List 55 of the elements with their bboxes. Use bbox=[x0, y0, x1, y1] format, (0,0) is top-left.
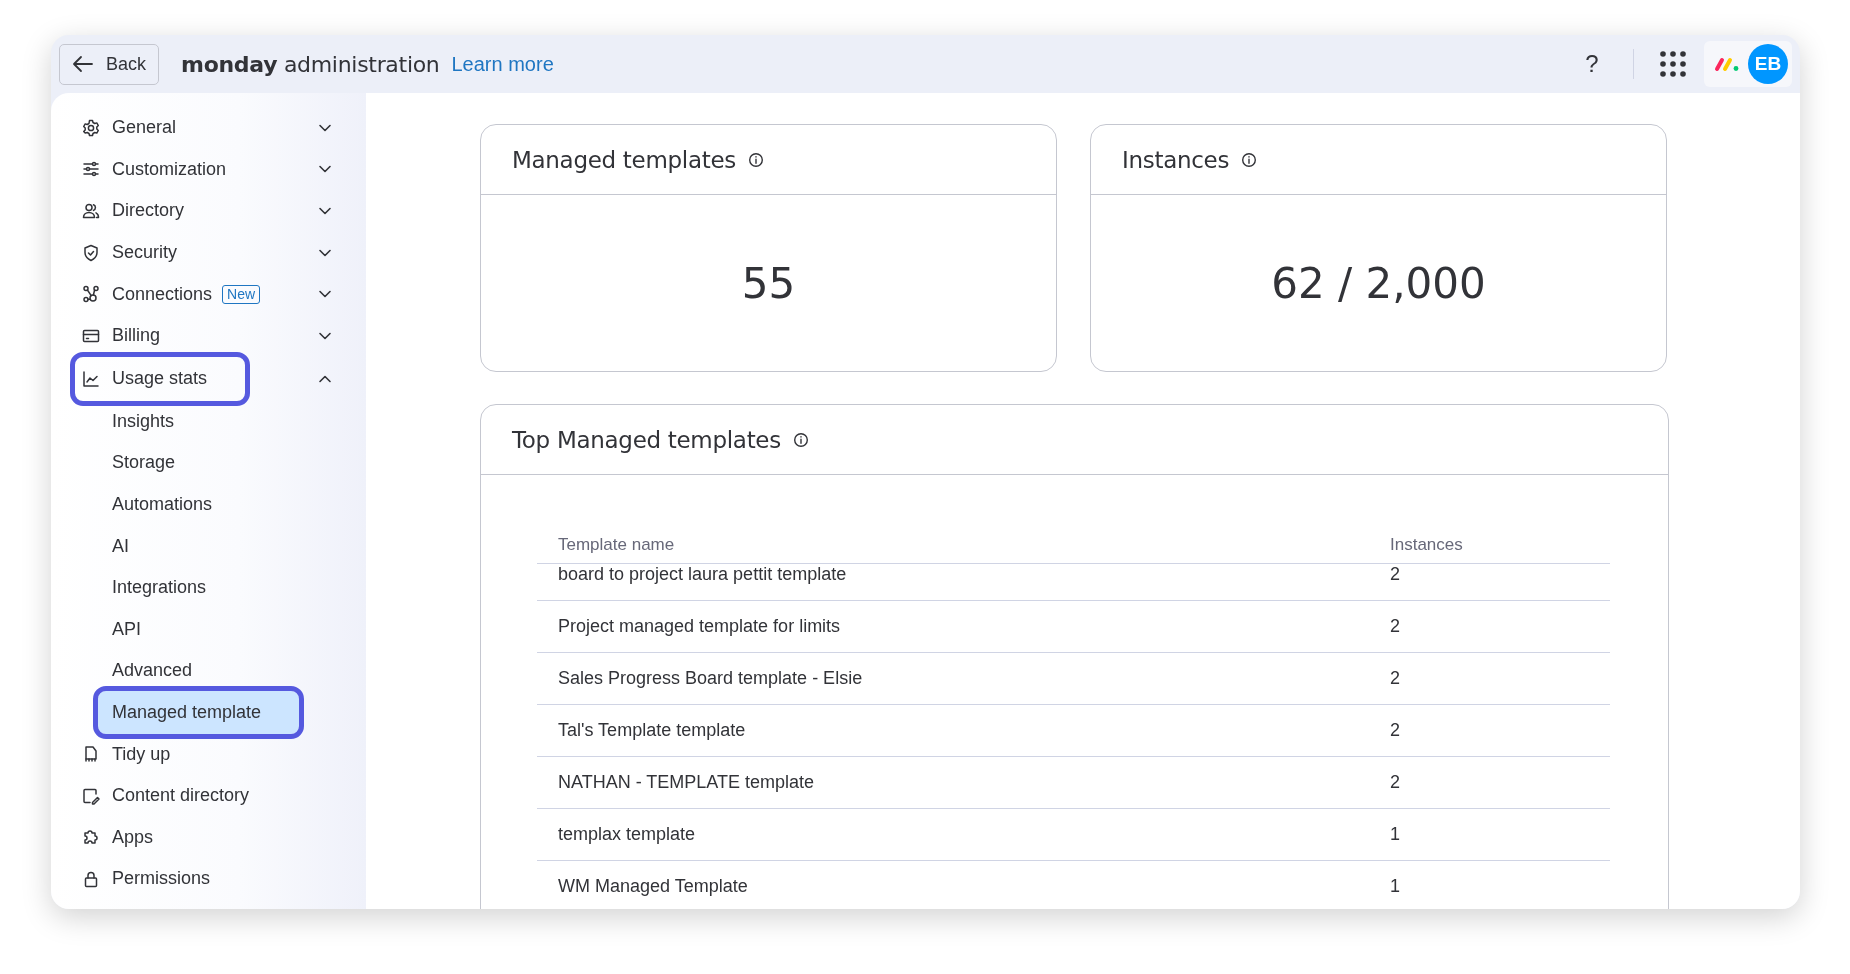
table-cell: NATHAN - TEMPLATE template bbox=[537, 756, 1369, 809]
shield-icon bbox=[81, 242, 101, 263]
info-icon[interactable] bbox=[1241, 151, 1258, 168]
table-cell: board to project laura pettit template bbox=[537, 563, 1369, 601]
info-icon[interactable] bbox=[792, 431, 809, 448]
table-cell: 2 bbox=[1369, 563, 1610, 601]
learn-more-link[interactable]: Learn more bbox=[451, 52, 554, 76]
sidebar-subitem[interactable]: Advanced bbox=[112, 660, 205, 682]
table-cell: Project managed template for limits bbox=[537, 600, 1369, 653]
stat-value: 55 bbox=[741, 258, 796, 308]
sidebar-item[interactable]: Connections New bbox=[81, 273, 333, 315]
info-icon[interactable] bbox=[748, 151, 764, 168]
back-button[interactable]: Back bbox=[59, 43, 160, 85]
stat-value: 62 / 2,000 bbox=[1271, 258, 1486, 308]
sidebar-subitem[interactable]: Insights bbox=[112, 410, 187, 432]
logo-icon bbox=[1714, 56, 1740, 72]
table-cell: 2 bbox=[1369, 756, 1610, 809]
people-icon bbox=[81, 201, 101, 221]
sidebar-subitem[interactable]: Integrations bbox=[112, 577, 219, 599]
table-cell: 1 bbox=[1369, 860, 1610, 909]
sidebar-item[interactable]: Usage stats bbox=[75, 356, 245, 401]
sidebar-item[interactable]: General bbox=[81, 107, 333, 149]
sidebar-item[interactable]: Tidy up bbox=[81, 733, 333, 775]
sidebar-subitem[interactable]: API bbox=[112, 618, 153, 640]
card-title: Instances bbox=[1122, 146, 1230, 173]
card-title: Top Managed templates bbox=[512, 426, 781, 453]
table-cell: templax template bbox=[537, 808, 1369, 861]
table-cell: 2 bbox=[1369, 652, 1610, 705]
sidebar-item[interactable]: Apps bbox=[81, 816, 333, 859]
card-title: Managed templates bbox=[512, 146, 736, 173]
sidebar-item[interactable]: Permissions bbox=[81, 858, 333, 900]
table-cell: 2 bbox=[1369, 704, 1610, 757]
column-header: Instances bbox=[1369, 515, 1610, 564]
sidebar-subitem[interactable]: AI bbox=[112, 535, 141, 557]
sidebar-subitem[interactable]: Storage bbox=[112, 452, 188, 474]
table-cell: Tal's Template template bbox=[537, 704, 1369, 757]
sidebar-subitem[interactable]: Automations bbox=[112, 494, 225, 516]
table-cell: WM Managed Template bbox=[537, 860, 1369, 909]
apps-grid-icon[interactable] bbox=[1660, 51, 1686, 77]
help-button[interactable]: ? bbox=[1577, 50, 1607, 78]
gear-icon bbox=[81, 117, 101, 138]
column-header: Template name bbox=[537, 515, 1369, 564]
app-title: monday administration bbox=[181, 51, 440, 77]
sidebar-item[interactable]: Security bbox=[81, 231, 333, 274]
new-badge: New bbox=[222, 284, 261, 304]
chart-line-icon bbox=[81, 368, 101, 389]
sidebar-item[interactable]: Directory bbox=[81, 190, 333, 232]
sidebar-item[interactable]: Content directory bbox=[81, 774, 333, 817]
sidebar-item[interactable]: Customization bbox=[81, 148, 333, 191]
table-cell: 1 bbox=[1369, 808, 1610, 861]
sidebar-item[interactable]: Billing bbox=[81, 314, 333, 357]
arrow-left-icon bbox=[72, 55, 94, 73]
table-cell: Sales Progress Board template - Elsie bbox=[537, 652, 1369, 705]
table-cell: 2 bbox=[1369, 600, 1610, 653]
connections-icon bbox=[81, 284, 101, 305]
